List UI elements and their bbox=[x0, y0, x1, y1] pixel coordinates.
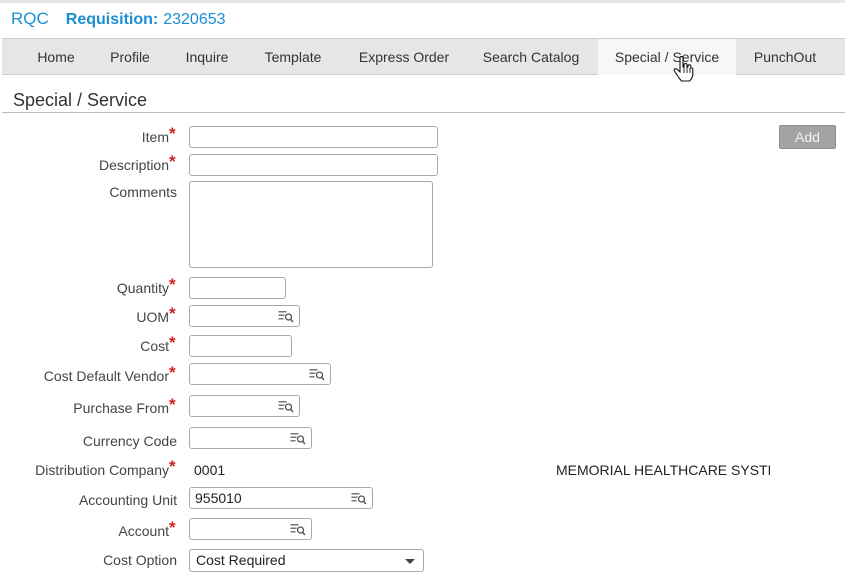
lookup-icon[interactable] bbox=[351, 492, 367, 505]
item-label: Item bbox=[141, 129, 169, 145]
account-required-mark: * bbox=[169, 518, 176, 537]
account-input[interactable] bbox=[189, 518, 312, 540]
add-button[interactable]: Add bbox=[779, 125, 836, 149]
cost-label: Cost bbox=[140, 338, 169, 354]
item-input[interactable] bbox=[189, 126, 438, 148]
currency-code-label: Currency Code bbox=[82, 433, 177, 449]
cost-input[interactable] bbox=[189, 335, 292, 357]
description-label: Description bbox=[98, 157, 169, 173]
tab-home[interactable]: Home bbox=[20, 39, 92, 75]
cost-default-vendor-label: Cost Default Vendor bbox=[43, 368, 169, 384]
distribution-company-required-mark: * bbox=[169, 457, 176, 476]
lookup-icon[interactable] bbox=[278, 400, 294, 413]
cost-default-vendor-input[interactable] bbox=[189, 363, 331, 385]
currency-code-input[interactable] bbox=[189, 427, 312, 449]
accounting-unit-input[interactable]: 955010 bbox=[189, 487, 373, 509]
tab-punchout[interactable]: PunchOut bbox=[742, 39, 828, 75]
nav-bar: Home Profile Inquire Template Express Or… bbox=[2, 38, 845, 75]
tab-template[interactable]: Template bbox=[252, 39, 334, 75]
requisition-number: 2320653 bbox=[163, 11, 226, 28]
app-name: RQC bbox=[11, 9, 49, 28]
quantity-required-mark: * bbox=[169, 275, 176, 294]
cost-option-value: Cost Required bbox=[196, 552, 286, 568]
top-border bbox=[0, 0, 845, 3]
page-title: Special / Service bbox=[13, 90, 148, 110]
tab-express-order[interactable]: Express Order bbox=[345, 39, 463, 75]
cost-default-vendor-required-mark: * bbox=[169, 363, 176, 382]
distribution-company-label: Distribution Company bbox=[35, 462, 169, 478]
title-divider bbox=[2, 112, 845, 113]
quantity-label: Quantity bbox=[116, 280, 169, 296]
tab-search-catalog[interactable]: Search Catalog bbox=[472, 39, 590, 75]
uom-label: UOM bbox=[136, 309, 169, 325]
cost-option-select[interactable]: Cost Required bbox=[189, 549, 424, 572]
chevron-down-icon bbox=[405, 559, 415, 564]
purchase-from-required-mark: * bbox=[169, 395, 176, 414]
accounting-unit-label: Accounting Unit bbox=[78, 492, 177, 508]
item-required-mark: * bbox=[169, 124, 176, 143]
purchase-from-label: Purchase From bbox=[73, 400, 169, 416]
cost-required-mark: * bbox=[169, 333, 176, 352]
uom-required-mark: * bbox=[169, 304, 176, 323]
description-input[interactable] bbox=[189, 154, 438, 176]
account-label: Account bbox=[118, 523, 169, 539]
comments-textarea[interactable] bbox=[189, 181, 433, 268]
app-header: RQC Requisition: 2320653 bbox=[11, 9, 226, 29]
cost-option-label: Cost Option bbox=[103, 552, 177, 568]
comments-label: Comments bbox=[109, 184, 177, 200]
purchase-from-input[interactable] bbox=[189, 395, 300, 417]
uom-input[interactable] bbox=[189, 305, 300, 327]
distribution-company-value: 0001 bbox=[194, 462, 226, 478]
lookup-icon[interactable] bbox=[309, 368, 325, 381]
lookup-icon[interactable] bbox=[290, 432, 306, 445]
quantity-input[interactable] bbox=[189, 277, 286, 299]
description-required-mark: * bbox=[169, 152, 176, 171]
lookup-icon[interactable] bbox=[278, 310, 294, 323]
hand-cursor-icon bbox=[673, 56, 694, 82]
accounting-unit-value: 955010 bbox=[195, 490, 242, 506]
distribution-company-name: MEMORIAL HEALTHCARE SYSTE bbox=[556, 462, 770, 478]
tab-profile[interactable]: Profile bbox=[98, 39, 162, 75]
lookup-icon[interactable] bbox=[290, 523, 306, 536]
requisition-label: Requisition: bbox=[65, 11, 159, 28]
tab-inquire[interactable]: Inquire bbox=[172, 39, 242, 75]
tab-special-service[interactable]: Special / Service bbox=[598, 39, 736, 75]
